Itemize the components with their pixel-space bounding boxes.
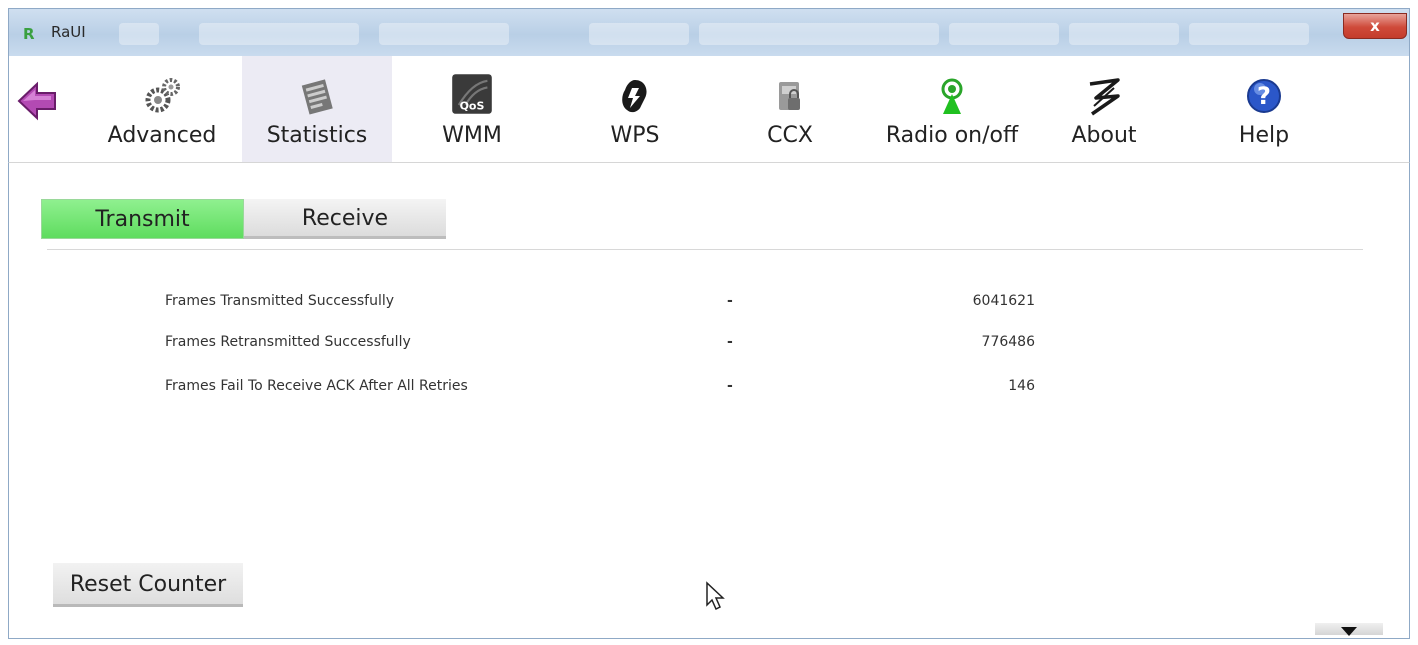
tab-transmit[interactable]: Transmit [41, 199, 244, 239]
toolbar: Advanced Statistics QoS WMM WPS CCX Radi… [8, 56, 1410, 163]
stat-label: Frames Fail To Receive ACK After All Ret… [165, 378, 468, 394]
taskbar-blur [949, 23, 1059, 45]
taskbar-blur [589, 23, 689, 45]
window-title: RaUI [51, 23, 86, 41]
toolbar-radio-onoff-label: Radio on/off [885, 123, 1019, 148]
app-logo-icon: R [23, 25, 35, 43]
toolbar-ccx-label: CCX [767, 123, 813, 148]
stat-separator: - [727, 334, 733, 350]
toolbar-statistics-label: Statistics [266, 123, 368, 148]
stat-value: 6041621 [972, 293, 1035, 309]
stat-row: Frames Fail To Receive ACK After All Ret… [9, 378, 1409, 402]
stat-row: Frames Transmitted Successfully - 604162… [9, 293, 1409, 317]
taskbar-blur [379, 23, 509, 45]
qos-icon: QoS [452, 74, 492, 114]
toolbar-help[interactable]: ? Help [1189, 56, 1339, 162]
close-button[interactable]: x [1343, 13, 1407, 39]
mouse-cursor-icon [706, 581, 725, 611]
taskbar-blur [1069, 23, 1179, 45]
stat-value: 146 [1008, 378, 1035, 394]
taskbar-blur [199, 23, 359, 45]
toolbar-help-label: Help [1238, 123, 1290, 148]
toolbar-wmm-label: WMM [442, 123, 502, 148]
chevron-down-icon [1341, 627, 1357, 636]
stat-separator: - [727, 293, 733, 309]
tab-receive[interactable]: Receive [244, 199, 446, 239]
back-arrow-icon [17, 81, 56, 121]
toolbar-ccx[interactable]: CCX [715, 56, 865, 162]
back-button[interactable] [15, 78, 61, 124]
statistics-icon [301, 79, 333, 115]
ccx-icon [779, 82, 800, 110]
divider [47, 249, 1363, 250]
help-icon: ? [1247, 79, 1281, 113]
taskbar-blur [1189, 23, 1309, 45]
about-icon [1089, 78, 1120, 116]
statistics-panel: Transmit Receive Frames Transmitted Succ… [8, 163, 1410, 639]
toolbar-radio-onoff[interactable]: Radio on/off [872, 56, 1032, 162]
svg-text:?: ? [1257, 82, 1271, 110]
toolbar-advanced-label: Advanced [107, 123, 217, 148]
gears-icon [145, 78, 180, 113]
taskbar-blur [699, 23, 939, 45]
toolbar-about-label: About [1071, 123, 1137, 148]
reset-counter-button[interactable]: Reset Counter [53, 563, 243, 607]
stat-row: Frames Retransmitted Successfully - 7764… [9, 334, 1409, 358]
toolbar-advanced[interactable]: Advanced [87, 56, 237, 162]
toolbar-statistics[interactable]: Statistics [242, 56, 392, 162]
toolbar-wps-label: WPS [610, 123, 660, 148]
stat-value: 776486 [981, 334, 1035, 350]
toolbar-wps[interactable]: WPS [560, 56, 710, 162]
svg-text:QoS: QoS [460, 99, 485, 112]
stat-label: Frames Transmitted Successfully [165, 293, 395, 309]
stat-label: Frames Retransmitted Successfully [165, 334, 411, 350]
scroll-down-button[interactable] [1315, 623, 1383, 636]
raui-window: R RaUI x Advanced Statistics QoS WMM WPS… [0, 0, 1418, 645]
toolbar-about[interactable]: About [1029, 56, 1179, 162]
taskbar-blur [119, 23, 159, 45]
radio-icon [941, 78, 963, 114]
stat-separator: - [727, 378, 733, 394]
wps-icon [622, 80, 647, 113]
toolbar-wmm[interactable]: QoS WMM [397, 56, 547, 162]
title-bar: R RaUI x [8, 8, 1410, 56]
